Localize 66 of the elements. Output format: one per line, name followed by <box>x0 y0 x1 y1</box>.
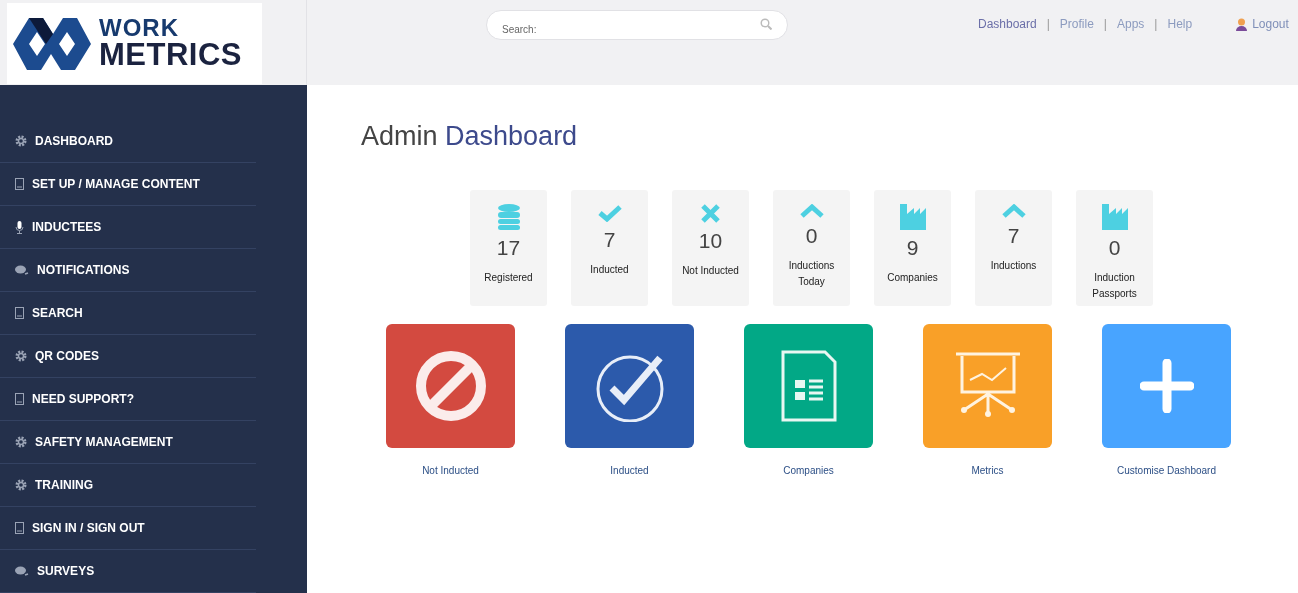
sidebar-item[interactable]: NOTIFICATIONS <box>0 249 256 292</box>
stat-label: Inducted <box>589 263 630 277</box>
chevron-up-icon <box>1001 204 1026 218</box>
user-icon <box>1236 17 1248 31</box>
check-icon <box>597 204 622 222</box>
document-icon <box>15 178 24 190</box>
tile-label[interactable]: Customise Dashboard <box>1117 465 1216 476</box>
dashboard-tile[interactable] <box>923 324 1052 448</box>
gear-icon <box>15 350 27 362</box>
logo-text: WORK <box>99 17 180 41</box>
sidebar-item[interactable]: INDUCTEES <box>0 206 256 249</box>
ban-icon <box>414 350 487 422</box>
chat-icon <box>15 265 29 275</box>
stat-value: 17 <box>496 236 521 260</box>
tile-label[interactable]: Companies <box>783 465 834 476</box>
spreadsheet-icon <box>780 350 837 422</box>
sidebar-item[interactable]: SEARCH <box>0 292 256 335</box>
nav-link[interactable]: Dashboard <box>978 17 1037 31</box>
tile-label[interactable]: Inducted <box>610 465 649 476</box>
stat-label: Induction Passports <box>1091 271 1138 301</box>
dashboard-tile[interactable] <box>386 324 515 448</box>
sidebar-item[interactable]: QR CODES <box>0 335 256 378</box>
document-icon <box>15 307 24 319</box>
plus-icon <box>1139 359 1194 413</box>
stat-value: 7 <box>1007 224 1020 248</box>
stat-label: Inductions <box>989 259 1038 273</box>
sidebar-item[interactable]: DASHBOARD <box>0 120 256 163</box>
sidebar-item[interactable]: SAFETY MANAGEMENT <box>0 421 256 464</box>
sidebar-item[interactable]: SIGN IN / SIGN OUT <box>0 507 256 550</box>
database-icon <box>497 204 520 230</box>
gear-icon <box>15 436 27 448</box>
tile-label[interactable]: Not Inducted <box>422 465 479 476</box>
stat-value: 0 <box>1108 236 1121 260</box>
gear-icon <box>15 479 27 491</box>
sidebar-item[interactable]: SET UP / MANAGE CONTENT <box>0 163 256 206</box>
microphone-icon <box>15 220 24 234</box>
dashboard-tile[interactable] <box>1102 324 1231 448</box>
stat-value: 10 <box>698 229 723 253</box>
search-field[interactable]: Search: <box>486 10 788 40</box>
search-icon <box>760 18 772 30</box>
stat-label: Inductions Today <box>787 259 836 289</box>
tile-label[interactable]: Metrics <box>971 465 1004 476</box>
stat-label: Registered <box>483 271 534 285</box>
nav-separator: | <box>1154 17 1158 31</box>
stat-value: 7 <box>603 228 616 252</box>
document-icon <box>15 522 24 534</box>
gear-icon <box>15 135 27 147</box>
sidebar-item[interactable]: SURVEYS <box>0 550 256 593</box>
nav-separator: | <box>1046 17 1050 31</box>
sidebar-item[interactable]: TRAINING <box>0 464 256 507</box>
page-title: Admin Dashboard <box>361 121 579 152</box>
sidebar-item[interactable]: NEED SUPPORT? <box>0 378 256 421</box>
dashboard-tile[interactable] <box>565 324 694 448</box>
close-icon <box>701 204 720 223</box>
chevron-up-icon <box>799 204 824 218</box>
nav-separator: | <box>1103 17 1107 31</box>
factory-icon <box>899 204 926 230</box>
stat-label: Companies <box>886 271 939 285</box>
stat-value: 0 <box>805 224 818 248</box>
document-icon <box>15 393 24 405</box>
logo-text: METRICS <box>99 40 242 70</box>
dashboard-tile[interactable] <box>744 324 873 448</box>
chat-icon <box>15 566 29 576</box>
factory-icon <box>1101 204 1128 230</box>
stat-label: Not Inducted <box>681 264 740 278</box>
stat-value: 9 <box>906 236 919 260</box>
